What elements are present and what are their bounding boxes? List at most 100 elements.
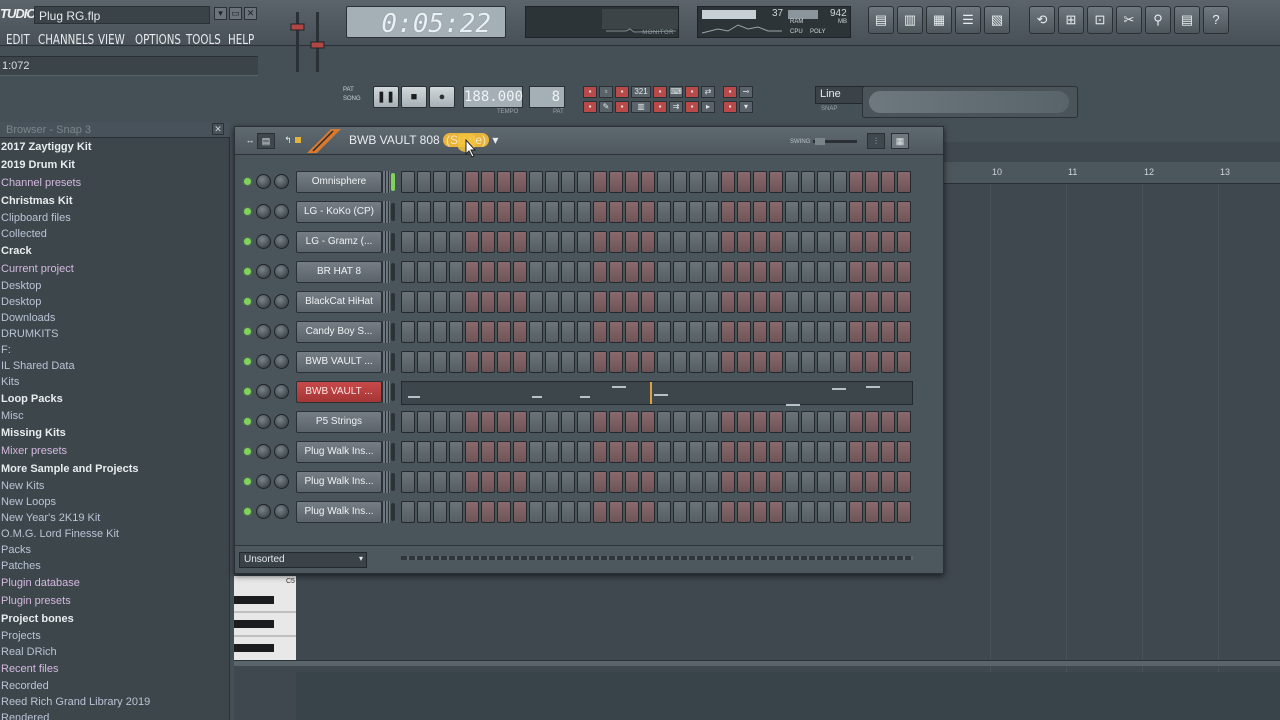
- note-bar[interactable]: [866, 386, 880, 388]
- blend-icon[interactable]: ▪: [653, 86, 667, 98]
- mixer-icon[interactable]: ☰: [955, 6, 981, 34]
- step-button[interactable]: [401, 441, 415, 463]
- channel-name-button[interactable]: BlackCat HiHat: [296, 291, 382, 313]
- step-button[interactable]: [657, 261, 671, 283]
- step-button[interactable]: [689, 351, 703, 373]
- step-button[interactable]: [849, 321, 863, 343]
- step-button[interactable]: [673, 411, 687, 433]
- step-button[interactable]: [577, 291, 591, 313]
- step-button[interactable]: [577, 471, 591, 493]
- step-button[interactable]: [817, 261, 831, 283]
- step-view-icon[interactable]: ▦: [891, 133, 909, 149]
- piano-roll-preview[interactable]: [401, 381, 913, 406]
- channel-name-button[interactable]: LG - KoKo (CP): [296, 201, 382, 223]
- step-button[interactable]: [785, 201, 799, 223]
- browser-item[interactable]: New Kits: [0, 478, 226, 494]
- step-button[interactable]: [497, 501, 511, 523]
- step-button[interactable]: [737, 471, 751, 493]
- step-button[interactable]: [641, 411, 655, 433]
- note-bar[interactable]: [612, 386, 626, 388]
- browser-item[interactable]: Reed Rich Grand Library 2019: [0, 694, 226, 710]
- wait-input-icon[interactable]: ▥: [631, 101, 651, 113]
- playlist-record-icon[interactable]: ▪: [723, 101, 737, 113]
- step-button[interactable]: [817, 351, 831, 373]
- step-button[interactable]: [609, 441, 623, 463]
- step-button[interactable]: [481, 351, 495, 373]
- step-button[interactable]: [737, 501, 751, 523]
- step-button[interactable]: [897, 291, 911, 313]
- step-button[interactable]: [689, 411, 703, 433]
- browser-item[interactable]: Projects: [0, 628, 226, 644]
- step-button[interactable]: [497, 351, 511, 373]
- step-button[interactable]: [641, 171, 655, 193]
- step-button[interactable]: [769, 501, 783, 523]
- step-button[interactable]: [513, 471, 527, 493]
- mute-led[interactable]: [244, 298, 251, 305]
- step-button[interactable]: [449, 441, 463, 463]
- step-button[interactable]: [545, 231, 559, 253]
- volume-knob[interactable]: [274, 264, 289, 279]
- step-button[interactable]: [785, 441, 799, 463]
- step-button[interactable]: [513, 501, 527, 523]
- step-button[interactable]: [641, 261, 655, 283]
- graph-view-icon[interactable]: ⫶: [867, 133, 885, 149]
- piano-keys[interactable]: C5: [234, 576, 296, 660]
- volume-knob[interactable]: [274, 444, 289, 459]
- playlist-divider[interactable]: [234, 660, 1280, 666]
- step-button[interactable]: [737, 441, 751, 463]
- link-icon[interactable]: ⊸: [739, 86, 753, 98]
- step-button[interactable]: [705, 201, 719, 223]
- volume-knob[interactable]: [274, 174, 289, 189]
- browser-item[interactable]: Rendered: [0, 710, 226, 720]
- step-button[interactable]: [465, 411, 479, 433]
- pan-knob[interactable]: [256, 204, 271, 219]
- step-button[interactable]: [465, 231, 479, 253]
- step-button[interactable]: [753, 261, 767, 283]
- note-bar[interactable]: [786, 404, 800, 406]
- pan-knob[interactable]: [256, 294, 271, 309]
- step-button[interactable]: [465, 441, 479, 463]
- channel-select-indicator[interactable]: [391, 383, 395, 401]
- step-button[interactable]: [641, 471, 655, 493]
- browser-item[interactable]: Collected: [0, 226, 226, 242]
- cut-icon[interactable]: ✂: [1116, 6, 1142, 34]
- step-button[interactable]: [673, 471, 687, 493]
- step-button[interactable]: [753, 441, 767, 463]
- step-button[interactable]: [593, 291, 607, 313]
- channel-select-indicator[interactable]: [391, 233, 395, 251]
- step-button[interactable]: [625, 231, 639, 253]
- step-button[interactable]: [545, 261, 559, 283]
- step-button[interactable]: [801, 441, 815, 463]
- step-button[interactable]: [497, 441, 511, 463]
- step-button[interactable]: [577, 441, 591, 463]
- stop-button[interactable]: ■: [401, 86, 427, 108]
- note-bar[interactable]: [832, 388, 846, 390]
- swing-knob[interactable]: [813, 136, 857, 146]
- step-button[interactable]: [705, 351, 719, 373]
- minimize-button[interactable]: ▾: [214, 7, 227, 20]
- step-button[interactable]: [497, 261, 511, 283]
- step-button[interactable]: [513, 441, 527, 463]
- step-button[interactable]: [705, 291, 719, 313]
- step-button[interactable]: [577, 261, 591, 283]
- step-button[interactable]: [721, 261, 735, 283]
- channel-name-button[interactable]: Plug Walk Ins...: [296, 441, 382, 463]
- step-button[interactable]: [417, 501, 431, 523]
- step-button[interactable]: [593, 201, 607, 223]
- step-button[interactable]: [785, 231, 799, 253]
- step-button[interactable]: [897, 231, 911, 253]
- step-button[interactable]: [433, 231, 447, 253]
- step-button[interactable]: [737, 351, 751, 373]
- step-button[interactable]: [417, 291, 431, 313]
- hint-panel-slider[interactable]: [869, 91, 1069, 113]
- step-button[interactable]: [401, 411, 415, 433]
- step-button[interactable]: [449, 501, 463, 523]
- step-button[interactable]: [881, 291, 895, 313]
- volume-knob[interactable]: [274, 294, 289, 309]
- step-button[interactable]: [881, 411, 895, 433]
- step-button[interactable]: [529, 411, 543, 433]
- step-button[interactable]: [817, 441, 831, 463]
- step-button[interactable]: [561, 441, 575, 463]
- step-button[interactable]: [641, 231, 655, 253]
- step-button[interactable]: [625, 501, 639, 523]
